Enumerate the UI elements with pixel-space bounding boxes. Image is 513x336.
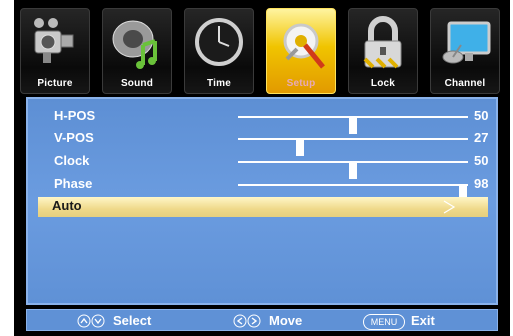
hint-exit-label: Exit bbox=[411, 313, 435, 328]
tab-label: Channel bbox=[444, 78, 486, 89]
left-right-icon bbox=[233, 314, 261, 328]
auto-adjust-item[interactable]: Auto bbox=[38, 197, 488, 217]
hint-move: Move bbox=[233, 312, 333, 330]
camera-icon bbox=[34, 18, 74, 63]
auto-label: Auto bbox=[52, 198, 82, 213]
setting-value: 50 bbox=[474, 153, 489, 168]
hint-move-label: Move bbox=[269, 313, 303, 328]
hpos-slider[interactable] bbox=[238, 116, 468, 134]
speaker-icon bbox=[112, 20, 157, 69]
tab-picture[interactable]: Picture bbox=[20, 8, 90, 94]
setting-label: V-POS bbox=[54, 130, 94, 145]
setting-value: 27 bbox=[474, 130, 489, 145]
vpos-slider[interactable] bbox=[238, 138, 468, 156]
tab-sound[interactable]: Sound bbox=[102, 8, 172, 94]
osd-menu: Picture Sound Time Setup Lock Channel H-… bbox=[14, 0, 510, 336]
setting-label: Phase bbox=[54, 176, 93, 191]
padlock-icon bbox=[363, 16, 402, 69]
tab-time[interactable]: Time bbox=[184, 8, 254, 94]
tab-label: Lock bbox=[370, 78, 396, 89]
tab-label: Setup bbox=[286, 78, 316, 89]
setting-row-hpos[interactable]: H-POS 50 bbox=[54, 107, 494, 134]
tab-label: Picture bbox=[37, 78, 73, 89]
up-down-icon bbox=[77, 314, 105, 328]
tab-setup[interactable]: Setup bbox=[266, 8, 336, 94]
setting-value: 50 bbox=[474, 108, 489, 123]
phase-slider[interactable] bbox=[238, 184, 468, 202]
category-tabs: Picture Sound Time Setup Lock Channel bbox=[20, 8, 504, 100]
clock-slider[interactable] bbox=[238, 161, 468, 179]
arrow-right-icon bbox=[443, 200, 456, 214]
setting-row-vpos[interactable]: V-POS 27 bbox=[54, 129, 494, 156]
setting-label: Clock bbox=[54, 153, 90, 168]
hint-exit: MENU Exit bbox=[363, 312, 473, 330]
setting-row-clock[interactable]: Clock 50 bbox=[54, 152, 494, 179]
hint-select: Select bbox=[77, 312, 177, 330]
tab-lock[interactable]: Lock bbox=[348, 8, 418, 94]
menu-key-icon: MENU bbox=[363, 314, 405, 330]
tab-label: Time bbox=[207, 78, 231, 89]
help-bar: Select Move MENU Exit bbox=[26, 309, 498, 331]
tab-channel[interactable]: Channel bbox=[430, 8, 500, 94]
setting-value: 98 bbox=[474, 176, 489, 191]
setup-panel: H-POS 50 V-POS 27 Clock 50 Phase 98 Auto bbox=[26, 97, 498, 305]
hint-select-label: Select bbox=[113, 313, 152, 328]
monitor-icon bbox=[442, 21, 491, 64]
gear-icon bbox=[283, 23, 325, 69]
tab-label: Sound bbox=[120, 78, 154, 89]
clock-icon bbox=[195, 18, 243, 66]
setting-label: H-POS bbox=[54, 108, 96, 123]
setting-row-phase[interactable]: Phase 98 bbox=[54, 175, 494, 202]
